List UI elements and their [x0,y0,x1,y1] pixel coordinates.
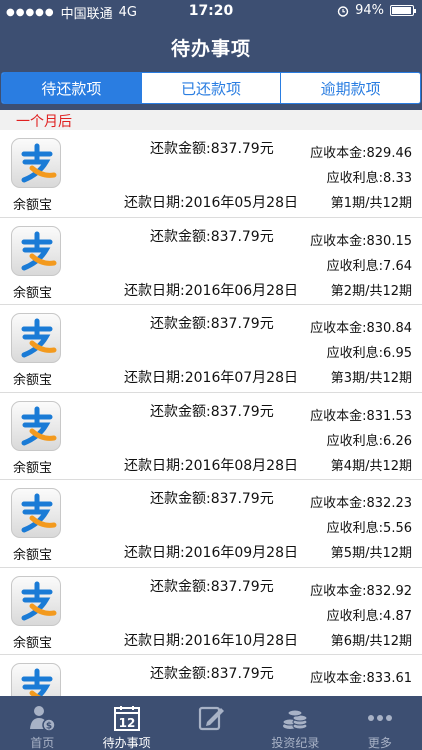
section-header: 一个月后 [0,110,422,130]
repayment-date: 还款日期:2016年08月28日 [124,457,298,474]
calendar-day: 12 [118,716,135,730]
payment-row[interactable]: 余额宝 还款金额:837.79元 还款日期:2016年08月28日 应收本金:8… [0,392,422,480]
principal-due: 应收本金:832.92 [310,583,412,599]
svg-text:$: $ [46,722,52,732]
installment-period: 第4期/共12期 [330,458,412,474]
payment-row[interactable]: 余额宝 还款金额:837.79元 还款日期:2016年07月28日 应收本金:8… [0,305,422,393]
tabbar-item-home[interactable]: $ 首页 [0,696,84,750]
tabbar-item-investments[interactable]: 投资纪录 [253,696,337,750]
edit-note-icon [198,706,225,731]
payment-row[interactable]: 余额宝 还款金额:837.79元 还款日期:2016年09月28日 应收本金:8… [0,480,422,568]
repayment-date: 还款日期:2016年06月28日 [124,282,298,299]
section-header-label: 一个月后 [16,114,72,130]
tab-segment-container: 待还款项 已还款项 逾期款项 [0,64,422,110]
tab-overdue-payments[interactable]: 逾期款项 [281,73,420,103]
top-bar: ●●●●● 中国联通 4G 17:20 94% 待办事项 [0,0,422,64]
repayment-amount: 还款金额:837.79元 [150,666,274,682]
installment-period: 第2期/共12期 [330,283,412,299]
battery-percent: 94% [355,3,384,18]
repayment-date: 还款日期:2016年07月28日 [124,370,298,386]
alipay-logo-icon [11,488,61,538]
repayment-amount: 还款金额:837.79元 [150,578,274,595]
repayment-amount: 还款金额:837.79元 [150,228,274,245]
alipay-logo-icon [11,138,61,188]
tabbar-item-edit[interactable] [169,696,253,750]
product-name: 余额宝 [13,460,53,476]
tabbar-item-todo[interactable]: 12 待办事项 [84,696,168,750]
interest-due: 应收利息:4.87 [326,608,412,624]
tab-paid-payments[interactable]: 已还款项 [142,73,282,103]
alipay-logo-icon [11,575,61,626]
alipay-logo-icon [11,400,61,451]
user-money-icon: $ [30,706,56,732]
tab-segment: 待还款项 已还款项 逾期款项 [1,72,421,104]
alipay-logo-icon [11,225,61,276]
principal-due: 应收本金:830.15 [310,233,412,249]
interest-due: 应收利息:6.95 [326,346,412,361]
principal-due: 应收本金:829.46 [310,146,412,161]
repayment-date: 还款日期:2016年10月28日 [124,632,298,649]
payment-row[interactable]: 余额宝 还款金额:837.79元 还款日期:2016年06月28日 应收本金:8… [0,217,422,305]
battery-icon [390,5,416,16]
page-title: 待办事项 [170,38,251,60]
payment-row[interactable]: 余额宝 还款金额:837.79元 还款日期:2016年05月28日 应收本金:8… [0,130,422,218]
principal-due: 应收本金:831.53 [310,408,412,424]
repayment-date: 还款日期:2016年05月28日 [124,195,298,211]
installment-period: 第6期/共12期 [330,633,412,649]
tabbar-label-more: 更多 [367,736,392,750]
repayment-amount: 还款金额:837.79元 [150,491,274,507]
payment-list: 余额宝 还款金额:837.79元 还款日期:2016年05月28日 应收本金:8… [0,130,422,696]
repayment-date: 还款日期:2016年09月28日 [124,545,298,561]
calendar-12-icon: 12 [113,706,140,731]
tabbar-label-todo: 待办事项 [102,736,151,750]
tabbar-item-more[interactable]: 更多 [338,696,422,750]
tabbar-label-home: 首页 [30,736,55,750]
alipay-logo-icon [11,313,61,363]
installment-period: 第3期/共12期 [330,371,412,386]
tab-pending-payments[interactable]: 待还款项 [2,73,142,103]
installment-period: 第1期/共12期 [330,196,412,211]
more-dots-icon [367,715,392,721]
installment-period: 第5期/共12期 [330,546,412,561]
principal-due: 应收本金:830.84 [310,321,412,336]
payment-row[interactable]: 余额宝 还款金额:837.79元 还款日期:2016年10月28日 应收本金:8… [0,567,422,655]
product-name: 余额宝 [13,548,53,563]
alipay-logo-icon [11,663,61,696]
product-name: 余额宝 [13,198,53,213]
principal-due: 应收本金:833.61 [310,671,412,686]
product-name: 余额宝 [13,285,53,301]
repayment-amount: 还款金额:837.79元 [150,403,274,420]
interest-due: 应收利息:7.64 [326,258,412,274]
alarm-icon [337,5,349,17]
status-bar: ●●●●● 中国联通 4G 17:20 94% [0,0,422,22]
coins-stack-icon [282,709,308,730]
tabbar-label-investments: 投资纪录 [271,736,320,750]
product-name: 余额宝 [13,635,53,651]
repayment-amount: 还款金额:837.79元 [150,316,274,332]
principal-due: 应收本金:832.23 [310,496,412,511]
interest-due: 应收利息:5.56 [326,521,412,536]
interest-due: 应收利息:8.33 [326,171,412,186]
bottom-tab-bar: $ 首页 12 待办事项 投资纪录 更多 [0,696,422,750]
product-name: 余额宝 [13,373,53,388]
payment-row[interactable]: 还款金额:837.79元 应收本金:833.61 [0,655,422,696]
repayment-amount: 还款金额:837.79元 [150,141,274,157]
interest-due: 应收利息:6.26 [326,433,412,449]
